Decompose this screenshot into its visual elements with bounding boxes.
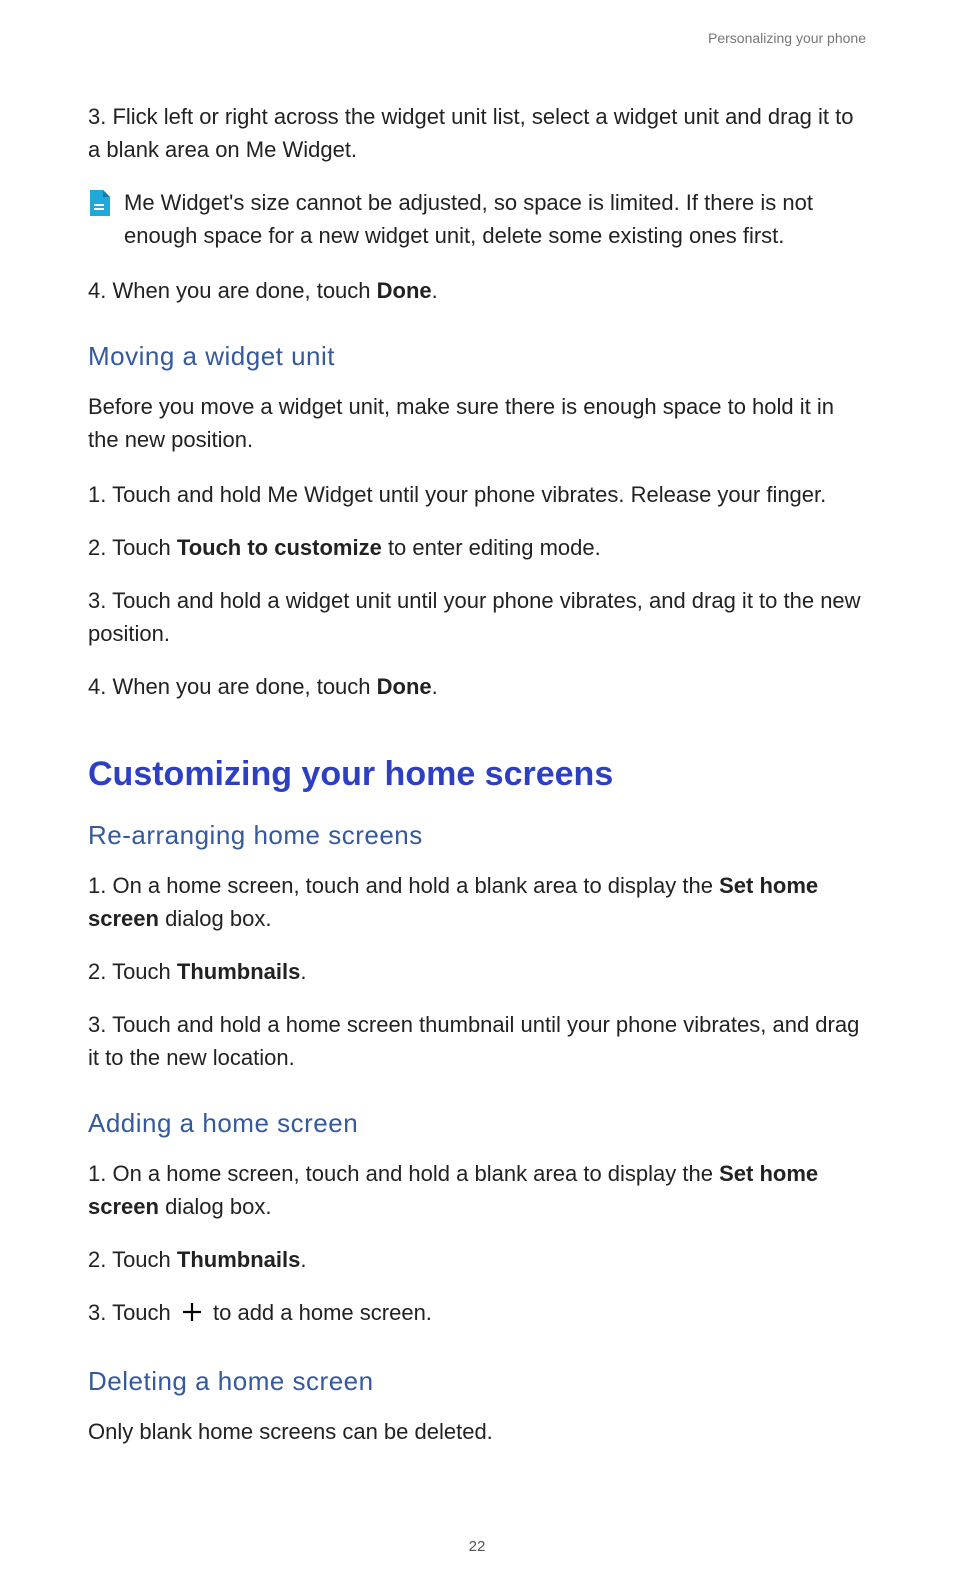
step-number: 3. [88,1012,112,1037]
step-number: 2. [88,959,112,984]
adding-step-2: 2. Touch Thumbnails. [88,1243,866,1276]
rearr-step-1: 1. On a home screen, touch and hold a bl… [88,869,866,935]
subheading-adding: Adding a home screen [88,1108,866,1139]
step-number: 4. [88,278,112,303]
step-number: 3. [88,1300,112,1325]
page-number: 22 [0,1538,954,1555]
deleting-text: Only blank home screens can be deleted. [88,1415,866,1448]
step-number: 3. [88,104,112,129]
subheading-rearranging: Re-arranging home screens [88,820,866,851]
step-text-pre: When you are done, touch [112,278,376,303]
rearr-step-3: 3. Touch and hold a home screen thumbnai… [88,1008,866,1074]
step-text-pre: When you are done, touch [112,674,376,699]
note-text: Me Widget's size cannot be adjusted, so … [124,186,866,252]
step-text-pre: Touch [112,1247,177,1272]
step-3: 3. Flick left or right across the widget… [88,100,866,166]
step-text-post: dialog box. [159,1194,272,1219]
plus-icon [181,1299,203,1332]
step-text-bold: Touch to customize [177,535,382,560]
step-text-post: to enter editing mode. [382,535,601,560]
step-text-pre: Touch [112,535,177,560]
heading-customizing: Customizing your home screens [88,755,866,794]
step-4: 4. When you are done, touch Done. [88,274,866,307]
step-text-pre: On a home screen, touch and hold a blank… [112,873,719,898]
step-number: 1. [88,1161,112,1186]
step-text-post: . [300,959,306,984]
moving-step-2: 2. Touch Touch to customize to enter edi… [88,531,866,564]
step-text-post: . [300,1247,306,1272]
step-text-post: dialog box. [159,906,272,931]
step-text-pre: Touch [112,959,177,984]
step-number: 4. [88,674,112,699]
step-text-post: to add a home screen. [207,1300,432,1325]
step-text: Touch and hold Me Widget until your phon… [112,482,826,507]
subheading-deleting: Deleting a home screen [88,1366,866,1397]
adding-step-3: 3. Touch to add a home screen. [88,1296,866,1332]
adding-step-1: 1. On a home screen, touch and hold a bl… [88,1157,866,1223]
moving-step-3: 3. Touch and hold a widget unit until yo… [88,584,866,650]
page: Personalizing your phone 3. Flick left o… [0,0,954,1577]
step-text-bold: Done [377,674,432,699]
step-text: Flick left or right across the widget un… [88,104,854,162]
subheading-moving: Moving a widget unit [88,341,866,372]
step-text-bold: Thumbnails [177,959,300,984]
moving-step-4: 4. When you are done, touch Done. [88,670,866,703]
step-text-bold: Thumbnails [177,1247,300,1272]
note: Me Widget's size cannot be adjusted, so … [88,186,866,252]
step-text-pre: Touch [112,1300,177,1325]
note-icon [88,190,110,216]
moving-intro: Before you move a widget unit, make sure… [88,390,866,456]
step-text-pre: On a home screen, touch and hold a blank… [112,1161,719,1186]
step-number: 1. [88,482,112,507]
step-number: 2. [88,535,112,560]
step-text: Touch and hold a widget unit until your … [88,588,861,646]
step-number: 2. [88,1247,112,1272]
step-text-post: . [432,674,438,699]
step-text: Touch and hold a home screen thumbnail u… [88,1012,859,1070]
step-text-bold: Done [377,278,432,303]
page-header-breadcrumb: Personalizing your phone [88,30,866,46]
step-number: 3. [88,588,112,613]
step-number: 1. [88,873,112,898]
step-text-post: . [432,278,438,303]
rearr-step-2: 2. Touch Thumbnails. [88,955,866,988]
moving-step-1: 1. Touch and hold Me Widget until your p… [88,478,866,511]
